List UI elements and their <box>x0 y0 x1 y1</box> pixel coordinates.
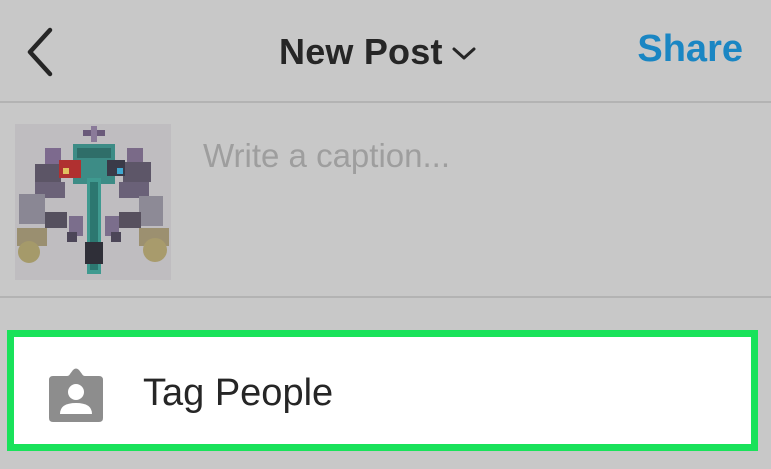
back-button[interactable] <box>22 26 62 78</box>
page-title: New Post <box>279 31 443 72</box>
chevron-left-icon <box>27 27 53 77</box>
bottom-background <box>0 451 771 469</box>
person-tag-icon <box>49 368 103 422</box>
section-divider <box>0 298 771 328</box>
robot-toy-image <box>15 124 171 280</box>
caption-section <box>0 103 771 298</box>
header-bar: New Post Share <box>0 0 771 103</box>
caption-input[interactable] <box>203 133 743 179</box>
tag-people-row[interactable]: Tag People <box>7 330 758 451</box>
tag-people-label: Tag People <box>143 372 334 414</box>
post-type-selector[interactable]: New Post <box>279 30 477 74</box>
share-button[interactable]: Share <box>637 28 743 71</box>
chevron-down-icon <box>452 47 476 60</box>
new-post-screen: New Post Share Write a caption... Tag Pe… <box>0 0 771 469</box>
post-image-thumbnail[interactable] <box>15 124 171 280</box>
